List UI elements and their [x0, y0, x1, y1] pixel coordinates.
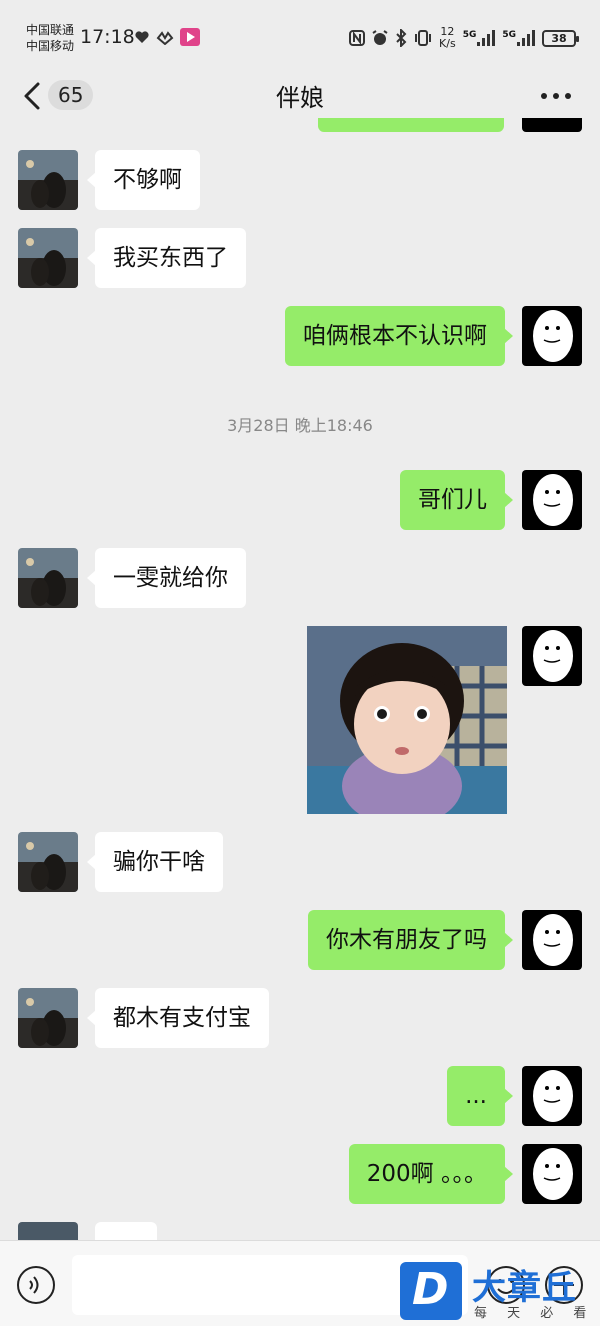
alarm-icon	[372, 30, 388, 45]
watermark-d-badge: D	[400, 1262, 462, 1320]
message-incoming[interactable]: 不够啊	[87, 150, 200, 210]
status-time: 17:18	[80, 26, 135, 48]
message-outgoing[interactable]: 200啊 。。。	[348, 1144, 514, 1204]
message-timestamp: 3月28日 晚上18:46	[227, 416, 373, 435]
signal-1-label: 5G	[462, 30, 477, 40]
contact-avatar[interactable]	[18, 150, 78, 210]
chat-header: 65 伴娘	[0, 74, 600, 118]
voice-input-icon[interactable]	[16, 1265, 56, 1305]
message-incoming[interactable]: 一雯就给你	[87, 548, 246, 608]
watermark-subtext: 每 天 必 看	[474, 1306, 595, 1321]
message-outgoing[interactable]: 哥们儿	[400, 470, 513, 530]
net-speed-unit: K/s	[439, 37, 456, 50]
message-list[interactable]: 不够啊 我买东西了 咱俩根本不认识啊 3月28日 晚上18:46 哥们儿 一雯就…	[0, 118, 600, 1240]
signal-1-icon	[477, 30, 496, 46]
contact-avatar[interactable]	[18, 228, 78, 288]
message-outgoing[interactable]: 咱俩根本不认识啊	[285, 306, 513, 366]
watermark-letter: D	[412, 1264, 449, 1315]
message-incoming[interactable]: 都木有支付宝	[87, 988, 269, 1048]
my-avatar[interactable]	[522, 1066, 582, 1126]
message-incoming[interactable]: 骗你干啥	[87, 832, 223, 892]
my-avatar[interactable]	[522, 306, 582, 366]
health-icon	[156, 31, 174, 45]
partial-avatar-bottom	[18, 1222, 78, 1240]
watermark-logo: D 大章丘 每 天 必 看	[400, 1262, 600, 1326]
my-avatar[interactable]	[522, 626, 582, 686]
partial-message-top	[318, 118, 504, 132]
status-bar: 中国联通 中国移动 17:18 12 K/s 5G 5G 38	[0, 0, 600, 74]
net-speed: 12 K/s	[439, 26, 456, 50]
message-outgoing[interactable]: ...	[447, 1066, 513, 1126]
heart-shield-icon	[135, 31, 149, 43]
bluetooth-icon	[396, 29, 407, 47]
signal-2: 5G	[502, 30, 535, 46]
signal-2-label: 5G	[502, 30, 516, 40]
partial-message-bottom	[95, 1222, 157, 1240]
my-avatar[interactable]	[522, 1144, 582, 1204]
carrier-2: 中国移动	[26, 39, 75, 53]
chat-title: 伴娘	[276, 84, 324, 112]
my-avatar[interactable]	[522, 470, 582, 530]
status-icons-right: 12 K/s 5G 5G 38	[349, 26, 579, 50]
signal-1: 5G	[463, 30, 496, 46]
vibrate-icon	[415, 30, 432, 46]
my-avatar[interactable]	[522, 910, 582, 970]
contact-avatar[interactable]	[18, 988, 78, 1048]
carrier-1: 中国联通	[26, 23, 75, 37]
status-icons-left	[134, 28, 200, 46]
message-outgoing[interactable]: 你木有朋友了吗	[308, 910, 513, 970]
nfc-icon	[349, 30, 366, 46]
more-options-icon[interactable]	[536, 84, 576, 108]
sticker-image-message[interactable]	[307, 626, 507, 814]
partial-avatar-top	[522, 118, 582, 132]
contact-avatar[interactable]	[18, 548, 78, 608]
contact-avatar[interactable]	[18, 832, 78, 892]
video-app-icon	[180, 28, 200, 46]
battery-indicator: 38	[542, 29, 579, 47]
message-incoming[interactable]: 我买东西了	[87, 228, 246, 288]
carrier-info: 中国联通 中国移动	[26, 22, 74, 54]
signal-2-icon	[517, 30, 535, 46]
